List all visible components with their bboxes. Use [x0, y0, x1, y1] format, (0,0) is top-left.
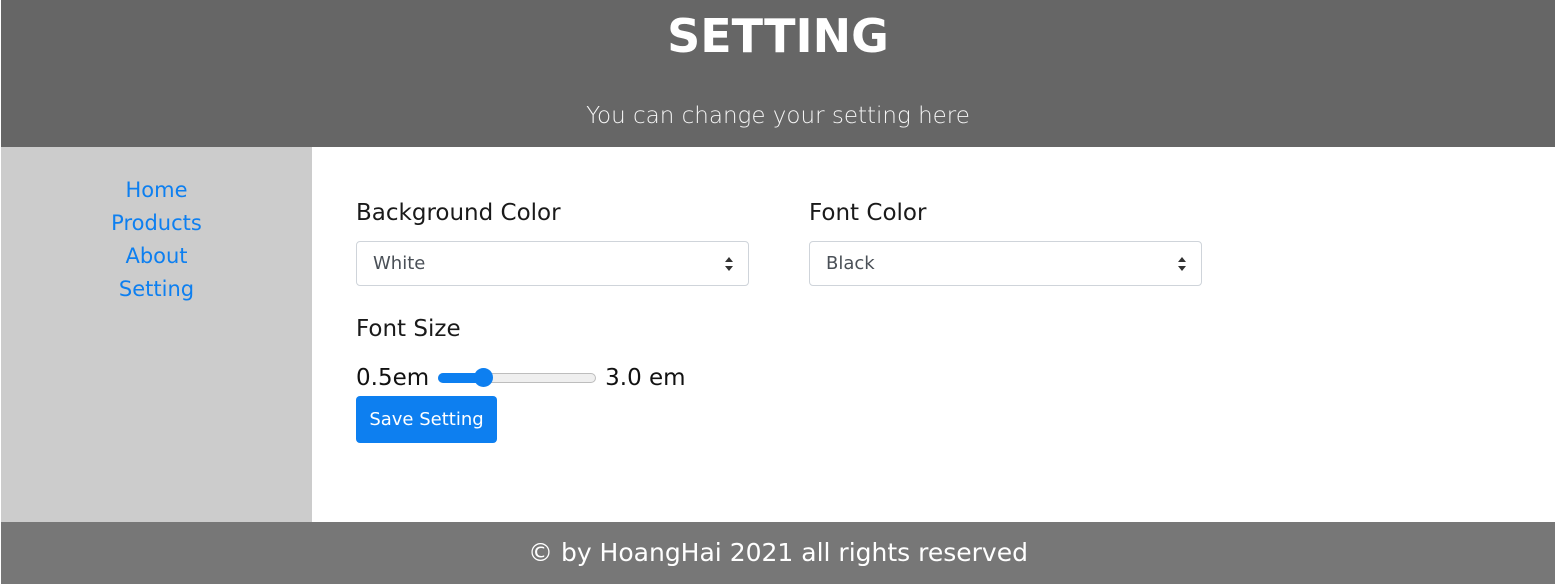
sidebar-item-about[interactable]: About [125, 240, 187, 273]
font-color-select[interactable]: Black [809, 241, 1202, 286]
font-size-label: Font Size [356, 316, 461, 342]
page-title: SETTING [667, 9, 889, 63]
font-size-max-label: 3.0 em [605, 365, 686, 391]
font-color-label: Font Color [809, 200, 927, 226]
settings-panel: Background Color White Font Color Black … [312, 147, 1555, 522]
sidebar-item-home[interactable]: Home [125, 174, 187, 207]
font-size-min-label: 0.5em [356, 365, 430, 391]
background-color-select[interactable]: White [356, 241, 749, 286]
sidebar-nav: Home Products About Setting [1, 174, 312, 306]
page-header: SETTING You can change your setting here [1, 0, 1555, 147]
font-size-slider[interactable] [438, 368, 597, 387]
sort-arrows-icon [1178, 257, 1186, 271]
footer-text: © by HoangHai 2021 all rights reserved [528, 538, 1028, 567]
font-color-value: Black [826, 253, 875, 274]
page-footer: © by HoangHai 2021 all rights reserved [1, 522, 1555, 584]
sidebar-item-products[interactable]: Products [111, 207, 202, 240]
sidebar: Home Products About Setting [1, 147, 312, 522]
page-subtitle: You can change your setting here [586, 103, 970, 129]
save-setting-button[interactable]: Save Setting [356, 396, 497, 443]
font-size-range: 0.5em 3.0 em [356, 361, 686, 395]
font-size-slider-thumb[interactable] [473, 368, 493, 387]
sort-arrows-icon [725, 257, 733, 271]
background-color-label: Background Color [356, 200, 561, 226]
sidebar-item-setting[interactable]: Setting [119, 273, 194, 306]
background-color-value: White [373, 253, 426, 274]
